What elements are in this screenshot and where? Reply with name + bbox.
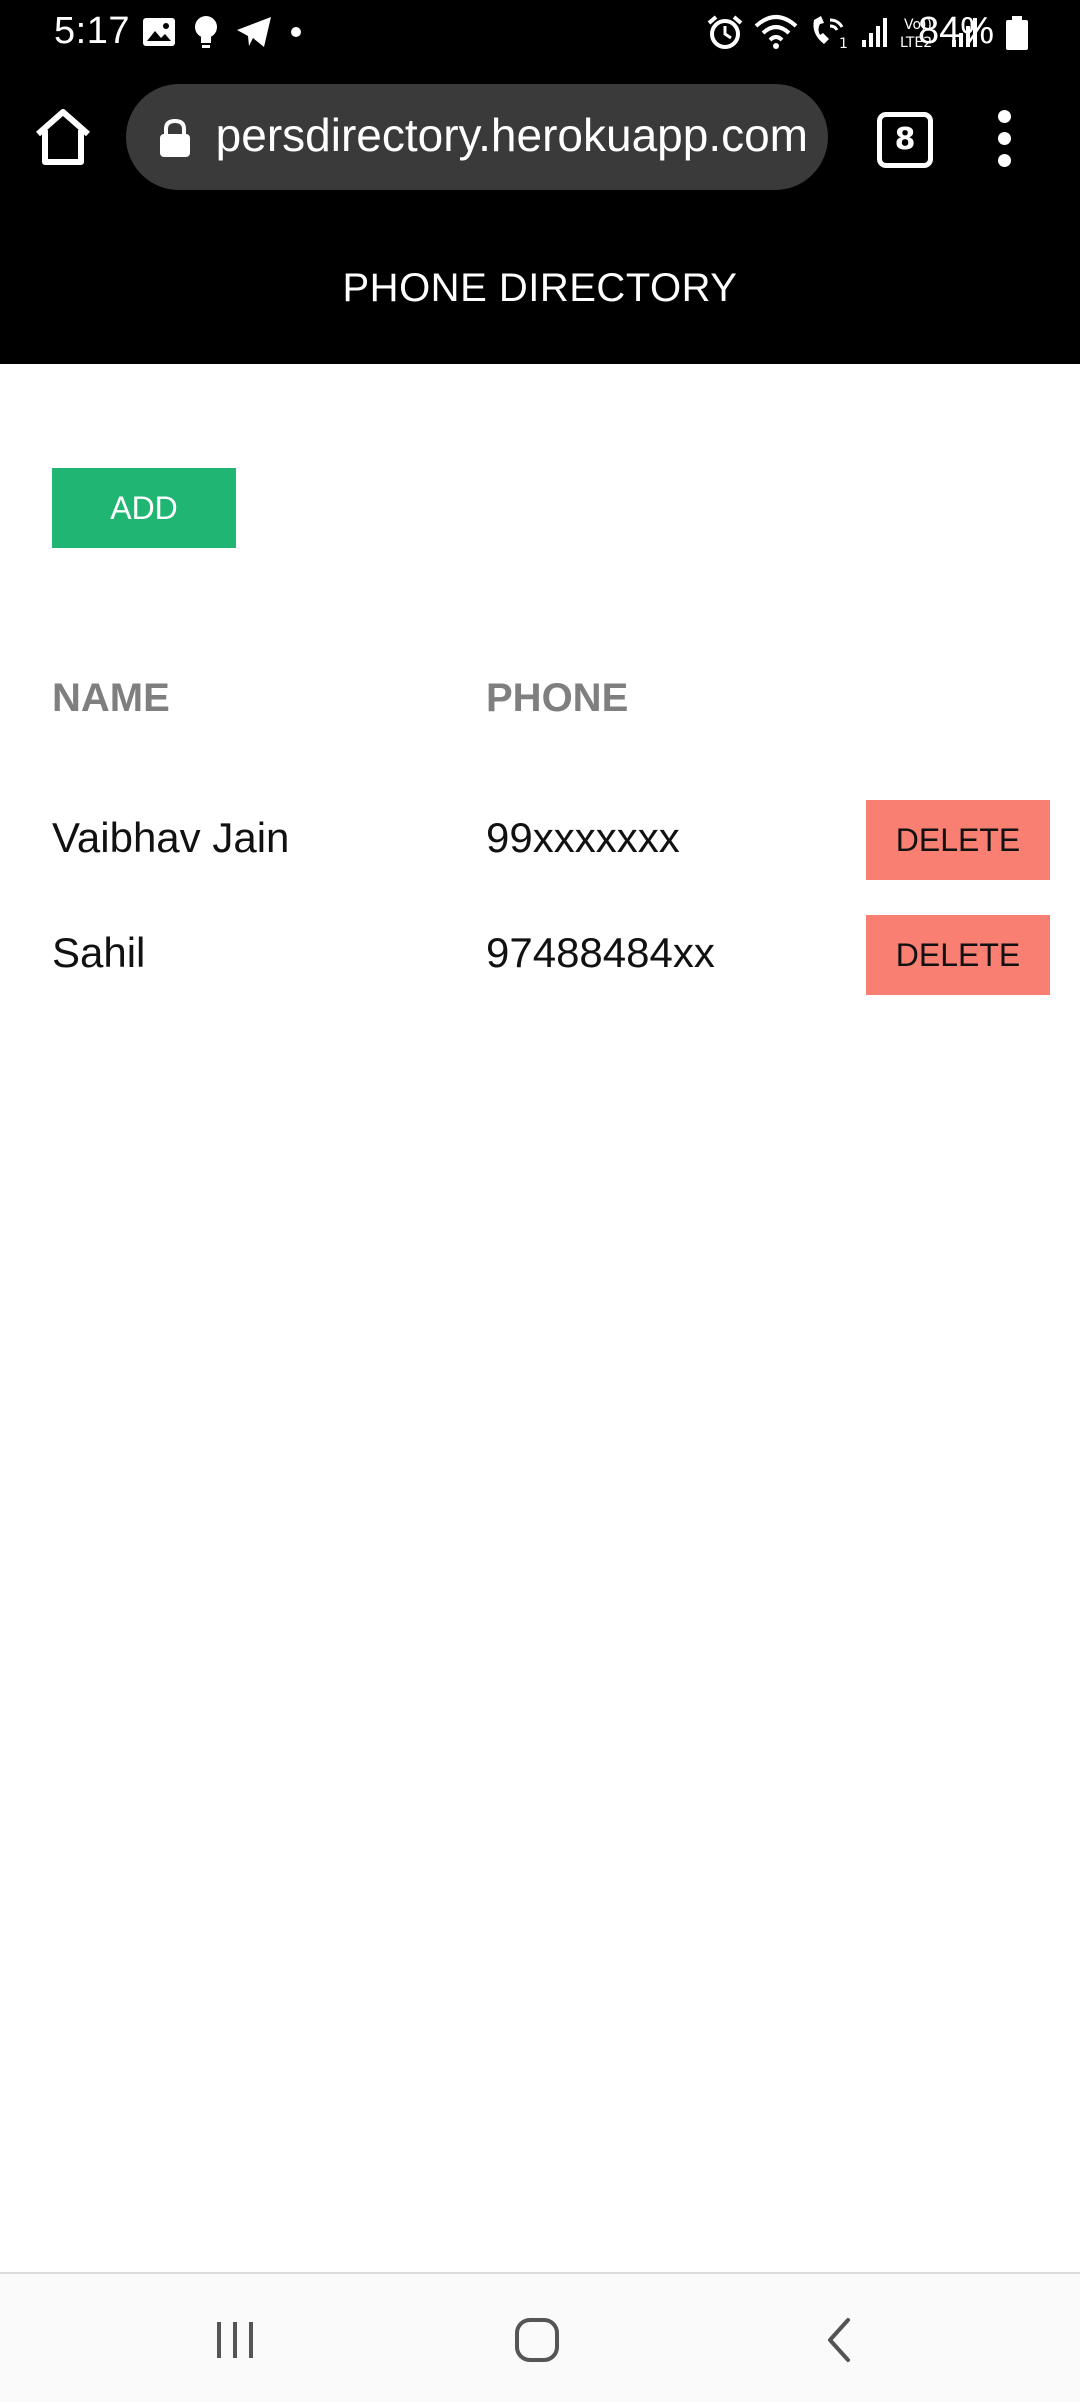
- contact-phone: 97488484xx: [486, 929, 715, 976]
- recents-icon[interactable]: [205, 2312, 265, 2368]
- contact-name: Sahil: [52, 929, 146, 976]
- home-icon[interactable]: [507, 2312, 567, 2368]
- url-text: developersdirectory.herokuapp.com: [216, 109, 808, 161]
- contact-name: Vaibhav Jain: [52, 814, 290, 861]
- signal-icon: [862, 18, 887, 47]
- table-row: Sahil 97488484xx DELETE: [0, 915, 1080, 995]
- lock-icon: [160, 118, 190, 157]
- status-bar: 5:17 1 Vo)) LTE2 84%: [0, 0, 1080, 64]
- home-icon[interactable]: [32, 106, 94, 168]
- notification-icons: [142, 14, 302, 50]
- app-header: PHONE DIRECTORY: [0, 212, 1080, 364]
- page-title: PHONE DIRECTORY: [342, 265, 738, 310]
- more-options-icon[interactable]: [990, 108, 1020, 168]
- navigation-bar: [0, 2272, 1080, 2402]
- browser-toolbar: developersdirectory.herokuapp.com 8: [0, 64, 1080, 212]
- bulb-icon: [195, 16, 217, 48]
- delete-button[interactable]: DELETE: [866, 800, 1050, 880]
- wifi-call-icon: 1: [813, 16, 848, 50]
- alarm-icon: [707, 15, 743, 49]
- status-time: 5:17: [54, 10, 130, 52]
- address-bar[interactable]: developersdirectory.herokuapp.com: [126, 84, 828, 190]
- tab-switcher-button[interactable]: 8: [877, 112, 933, 168]
- add-button[interactable]: ADD: [52, 468, 236, 548]
- column-header-name: NAME: [52, 676, 170, 720]
- battery-percentage: 84%: [917, 10, 994, 52]
- delete-button[interactable]: DELETE: [866, 915, 1050, 995]
- contact-phone: 99xxxxxxx: [486, 814, 680, 861]
- back-icon[interactable]: [810, 2312, 870, 2368]
- battery-icon: [1006, 16, 1028, 50]
- table-row: Vaibhav Jain 99xxxxxxx DELETE: [0, 800, 1080, 880]
- svg-text:1: 1: [839, 36, 848, 50]
- column-header-phone: PHONE: [486, 676, 629, 720]
- image-icon: [143, 18, 175, 46]
- wifi-icon: [754, 15, 798, 49]
- telegram-icon: [237, 17, 271, 47]
- dot-icon: [291, 27, 301, 37]
